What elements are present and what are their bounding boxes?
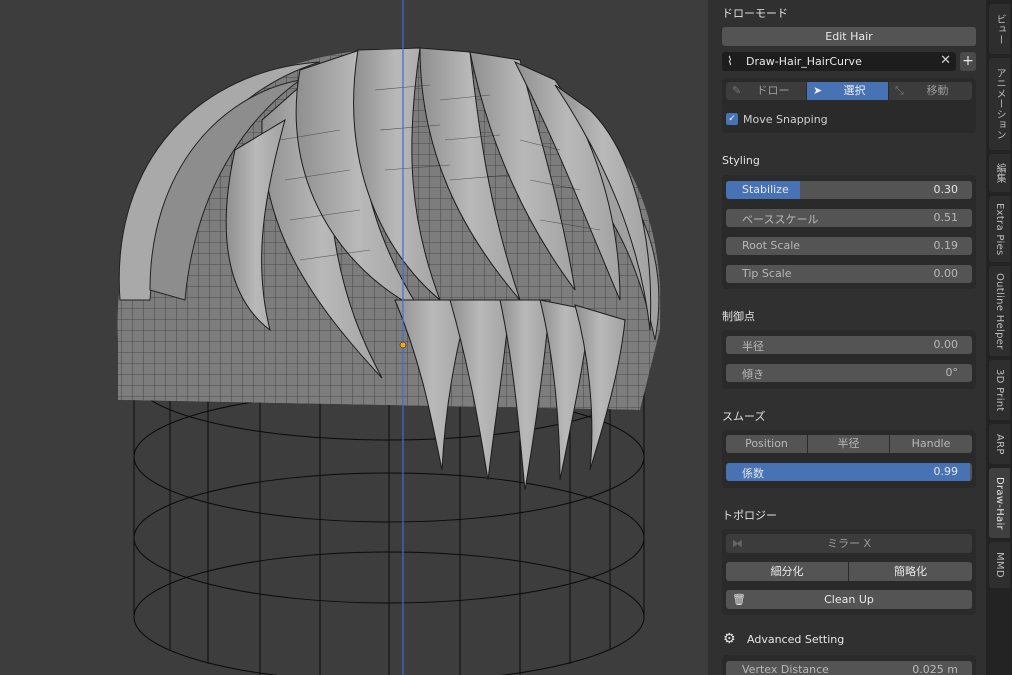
tilt-field[interactable]: 傾き 0° <box>726 364 972 382</box>
mirror-x-button[interactable]: ⧓ ミラー X <box>726 534 972 553</box>
tab-draw-hair[interactable]: Draw-Hair <box>989 468 1010 538</box>
stabilize-value: 0.30 <box>933 183 959 196</box>
tool-draw[interactable]: ✎ ドロー <box>726 82 806 100</box>
smooth-mode-handle[interactable]: Handle <box>890 435 972 453</box>
tab-view-label: ビュー <box>994 13 1005 45</box>
smooth-title: スムーズ <box>722 410 766 423</box>
tab-extra-pies-label: Extra Pies <box>994 202 1005 256</box>
tab-arp-label: ARP <box>994 433 1005 455</box>
tool-move-label: 移動 <box>926 84 949 97</box>
mirror-icon: ⧓ <box>732 537 743 550</box>
tool-select-label: 選択 <box>843 84 866 97</box>
add-curve-button[interactable]: + <box>960 52 976 71</box>
tool-move[interactable]: ⤡ 移動 <box>889 82 972 100</box>
root-scale-field[interactable]: Root Scale 0.19 <box>726 237 972 255</box>
smooth-factor-value: 0.99 <box>933 465 959 478</box>
move-snapping-checkbox[interactable]: ✓ <box>726 113 738 125</box>
base-scale-label: ベーススケール <box>742 213 819 226</box>
move-snapping-label: Move Snapping <box>743 113 828 126</box>
clean-up-label: Clean Up <box>824 593 874 606</box>
smooth-factor-field[interactable]: 係数 0.99 <box>726 463 972 481</box>
tab-extra-pies[interactable]: Extra Pies <box>989 196 1010 262</box>
viewport-scene <box>117 0 661 675</box>
move-icon: ⤡ <box>895 84 904 97</box>
vertex-distance-field[interactable]: Vertex Distance 0.025 m <box>726 661 972 675</box>
styling-title: Styling <box>722 154 760 167</box>
mirror-x-label: ミラー X <box>826 537 872 550</box>
tab-mmd-label: MMD <box>994 552 1005 578</box>
advanced-setting-header[interactable]: ⚙ Advanced Setting <box>722 631 976 650</box>
tilt-value: 0° <box>945 366 959 379</box>
subdivide-button[interactable]: 細分化 <box>726 562 848 581</box>
hair-curve-name: Draw-Hair_HairCurve <box>746 55 862 68</box>
draw-mode-title: ドローモード <box>722 7 788 20</box>
cursor-icon: ➤ <box>813 84 823 97</box>
tab-animation[interactable]: アニメーション <box>989 58 1010 150</box>
tilt-label: 傾き <box>742 368 764 381</box>
edit-hair-button[interactable]: Edit Hair <box>722 27 976 46</box>
tab-draw-hair-label: Draw-Hair <box>994 476 1005 530</box>
clean-up-button[interactable]: 🗑 Clean Up <box>726 590 972 609</box>
smooth-factor-label: 係数 <box>742 467 764 480</box>
topology-title: トポロジー <box>722 509 777 522</box>
tip-scale-value: 0.00 <box>933 267 959 280</box>
pencil-icon: ✎ <box>732 84 742 97</box>
clear-curve-icon[interactable]: ✕ <box>940 53 951 68</box>
tool-draw-label: ドロー <box>756 84 790 97</box>
root-scale-value: 0.19 <box>933 239 959 252</box>
tab-mmd[interactable]: MMD <box>989 542 1010 588</box>
object-origin <box>399 341 407 349</box>
hair-curve-selector[interactable]: ⌇ Draw-Hair_HairCurve ✕ <box>722 52 956 71</box>
tab-view[interactable]: ビュー <box>989 4 1010 54</box>
vertex-distance-value: 0.025 m <box>912 663 958 675</box>
base-scale-value: 0.51 <box>933 211 959 224</box>
tip-scale-label: Tip Scale <box>742 267 792 280</box>
draw-hair-panel: ドローモード Edit Hair ⌇ Draw-Hair_HairCurve ✕… <box>708 0 986 675</box>
tab-outline-helper-label: Outline Helper <box>994 272 1005 350</box>
stabilize-label: Stabilize <box>742 183 789 196</box>
smooth-mode-radius[interactable]: 半径 <box>808 435 889 453</box>
tip-scale-field[interactable]: Tip Scale 0.00 <box>726 265 972 283</box>
smooth-mode-position[interactable]: Position <box>726 435 807 453</box>
tab-edit-label: 編集 <box>994 162 1005 184</box>
tab-3d-print-label: 3D Print <box>994 368 1005 412</box>
tab-outline-helper[interactable]: Outline Helper <box>989 266 1010 356</box>
trash-icon: 🗑 <box>732 593 746 606</box>
radius-field[interactable]: 半径 0.00 <box>726 336 972 354</box>
simplify-button[interactable]: 簡略化 <box>849 562 972 581</box>
root-scale-label: Root Scale <box>742 239 801 252</box>
radius-label: 半径 <box>742 340 764 353</box>
3d-viewport[interactable] <box>0 0 708 675</box>
tab-3d-print[interactable]: 3D Print <box>989 360 1010 420</box>
base-scale-field[interactable]: ベーススケール 0.51 <box>726 209 972 227</box>
hair-curve-icon: ⌇ <box>727 54 733 68</box>
tool-select[interactable]: ➤ 選択 <box>807 82 888 100</box>
vertex-distance-label: Vertex Distance <box>742 663 829 675</box>
control-points-title: 制御点 <box>722 310 755 323</box>
tab-animation-label: アニメーション <box>994 67 1005 141</box>
gear-icon: ⚙ <box>723 631 736 647</box>
sidebar-tabs: ビュー アニメーション 編集 Extra Pies Outline Helper… <box>986 0 1012 675</box>
radius-value: 0.00 <box>933 338 959 351</box>
tab-edit[interactable]: 編集 <box>989 154 1010 192</box>
advanced-setting-title: Advanced Setting <box>747 633 845 646</box>
stabilize-field[interactable]: Stabilize 0.30 <box>726 181 972 199</box>
tab-arp[interactable]: ARP <box>989 424 1010 464</box>
